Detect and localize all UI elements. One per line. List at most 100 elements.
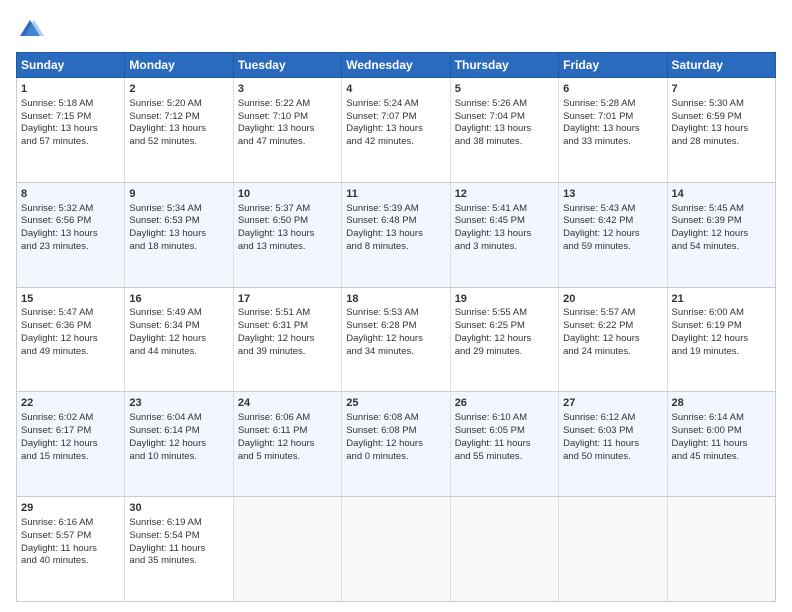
day-info-line: Daylight: 12 hours <box>129 333 228 346</box>
day-number: 16 <box>129 292 228 307</box>
calendar-cell: 12Sunrise: 5:41 AMSunset: 6:45 PMDayligh… <box>450 182 558 287</box>
day-number: 23 <box>129 396 228 411</box>
calendar-cell: 27Sunrise: 6:12 AMSunset: 6:03 PMDayligh… <box>559 392 667 497</box>
day-info-line: Sunset: 6:05 PM <box>455 425 554 438</box>
day-info-line: Daylight: 13 hours <box>238 123 337 136</box>
day-info-line: Daylight: 11 hours <box>563 438 662 451</box>
day-number: 8 <box>21 187 120 202</box>
calendar-cell: 30Sunrise: 6:19 AMSunset: 5:54 PMDayligh… <box>125 497 233 602</box>
day-info-line: Sunset: 6:34 PM <box>129 320 228 333</box>
day-info-line: Daylight: 13 hours <box>238 228 337 241</box>
day-info-line: and 29 minutes. <box>455 346 554 359</box>
day-info-line: Sunrise: 6:16 AM <box>21 517 120 530</box>
calendar-cell: 2Sunrise: 5:20 AMSunset: 7:12 PMDaylight… <box>125 78 233 183</box>
day-info-line: Sunset: 6:17 PM <box>21 425 120 438</box>
logo <box>16 16 48 44</box>
day-number: 4 <box>346 82 445 97</box>
day-info-line: Sunset: 6:08 PM <box>346 425 445 438</box>
day-info-line: Sunset: 6:42 PM <box>563 215 662 228</box>
header-cell-monday: Monday <box>125 53 233 78</box>
day-number: 17 <box>238 292 337 307</box>
calendar-cell: 13Sunrise: 5:43 AMSunset: 6:42 PMDayligh… <box>559 182 667 287</box>
day-info-line: Daylight: 13 hours <box>346 123 445 136</box>
day-number: 19 <box>455 292 554 307</box>
day-info-line: Daylight: 12 hours <box>21 438 120 451</box>
day-number: 21 <box>672 292 771 307</box>
calendar-cell: 16Sunrise: 5:49 AMSunset: 6:34 PMDayligh… <box>125 287 233 392</box>
day-number: 27 <box>563 396 662 411</box>
day-info-line: Sunrise: 5:41 AM <box>455 203 554 216</box>
header <box>16 16 776 44</box>
day-info-line: Sunrise: 6:08 AM <box>346 412 445 425</box>
day-info-line: and 54 minutes. <box>672 241 771 254</box>
day-info-line: Sunset: 6:39 PM <box>672 215 771 228</box>
day-info-line: and 38 minutes. <box>455 136 554 149</box>
day-info-line: and 59 minutes. <box>563 241 662 254</box>
day-info-line: and 42 minutes. <box>346 136 445 149</box>
day-info-line: Daylight: 11 hours <box>129 543 228 556</box>
day-info-line: Daylight: 12 hours <box>563 228 662 241</box>
day-info-line: Sunrise: 5:24 AM <box>346 98 445 111</box>
calendar-week-1: 1Sunrise: 5:18 AMSunset: 7:15 PMDaylight… <box>17 78 776 183</box>
day-info-line: Sunrise: 5:53 AM <box>346 307 445 320</box>
day-info-line: Sunset: 6:48 PM <box>346 215 445 228</box>
day-number: 11 <box>346 187 445 202</box>
day-number: 10 <box>238 187 337 202</box>
day-info-line: Daylight: 12 hours <box>672 228 771 241</box>
day-number: 14 <box>672 187 771 202</box>
day-info-line: Sunrise: 6:12 AM <box>563 412 662 425</box>
calendar-cell: 17Sunrise: 5:51 AMSunset: 6:31 PMDayligh… <box>233 287 341 392</box>
day-number: 28 <box>672 396 771 411</box>
day-info-line: Sunset: 6:25 PM <box>455 320 554 333</box>
day-number: 3 <box>238 82 337 97</box>
calendar-cell: 1Sunrise: 5:18 AMSunset: 7:15 PMDaylight… <box>17 78 125 183</box>
calendar-cell: 18Sunrise: 5:53 AMSunset: 6:28 PMDayligh… <box>342 287 450 392</box>
day-info-line: Sunset: 5:57 PM <box>21 530 120 543</box>
day-info-line: Sunrise: 5:30 AM <box>672 98 771 111</box>
day-info-line: Sunrise: 5:55 AM <box>455 307 554 320</box>
calendar-cell: 8Sunrise: 5:32 AMSunset: 6:56 PMDaylight… <box>17 182 125 287</box>
day-info-line: and 10 minutes. <box>129 451 228 464</box>
day-info-line: Sunrise: 6:00 AM <box>672 307 771 320</box>
day-info-line: Sunset: 6:00 PM <box>672 425 771 438</box>
day-info-line: Sunset: 7:07 PM <box>346 111 445 124</box>
day-info-line: and 19 minutes. <box>672 346 771 359</box>
calendar-cell: 25Sunrise: 6:08 AMSunset: 6:08 PMDayligh… <box>342 392 450 497</box>
day-info-line: Daylight: 12 hours <box>238 438 337 451</box>
calendar-cell <box>233 497 341 602</box>
calendar-cell: 22Sunrise: 6:02 AMSunset: 6:17 PMDayligh… <box>17 392 125 497</box>
day-info-line: Sunset: 6:03 PM <box>563 425 662 438</box>
calendar-cell: 29Sunrise: 6:16 AMSunset: 5:57 PMDayligh… <box>17 497 125 602</box>
header-cell-thursday: Thursday <box>450 53 558 78</box>
day-info-line: Daylight: 12 hours <box>238 333 337 346</box>
day-info-line: Sunrise: 5:45 AM <box>672 203 771 216</box>
day-info-line: Sunset: 6:56 PM <box>21 215 120 228</box>
calendar-week-5: 29Sunrise: 6:16 AMSunset: 5:57 PMDayligh… <box>17 497 776 602</box>
day-info-line: Sunset: 6:14 PM <box>129 425 228 438</box>
calendar-cell <box>667 497 775 602</box>
calendar-cell <box>342 497 450 602</box>
day-info-line: and 44 minutes. <box>129 346 228 359</box>
day-number: 15 <box>21 292 120 307</box>
day-info-line: Sunset: 6:36 PM <box>21 320 120 333</box>
calendar-week-3: 15Sunrise: 5:47 AMSunset: 6:36 PMDayligh… <box>17 287 776 392</box>
day-info-line: Sunrise: 6:10 AM <box>455 412 554 425</box>
day-info-line: Sunrise: 6:19 AM <box>129 517 228 530</box>
day-info-line: and 3 minutes. <box>455 241 554 254</box>
day-number: 22 <box>21 396 120 411</box>
day-number: 1 <box>21 82 120 97</box>
day-number: 9 <box>129 187 228 202</box>
day-info-line: Sunset: 7:12 PM <box>129 111 228 124</box>
day-info-line: Sunset: 6:22 PM <box>563 320 662 333</box>
day-info-line: Daylight: 13 hours <box>129 123 228 136</box>
day-info-line: and 40 minutes. <box>21 555 120 568</box>
day-number: 6 <box>563 82 662 97</box>
page: SundayMondayTuesdayWednesdayThursdayFrid… <box>0 0 792 612</box>
day-info-line: and 0 minutes. <box>346 451 445 464</box>
day-number: 26 <box>455 396 554 411</box>
day-info-line: and 23 minutes. <box>21 241 120 254</box>
calendar-cell: 10Sunrise: 5:37 AMSunset: 6:50 PMDayligh… <box>233 182 341 287</box>
calendar-cell: 4Sunrise: 5:24 AMSunset: 7:07 PMDaylight… <box>342 78 450 183</box>
day-number: 7 <box>672 82 771 97</box>
day-info-line: Sunrise: 5:37 AM <box>238 203 337 216</box>
